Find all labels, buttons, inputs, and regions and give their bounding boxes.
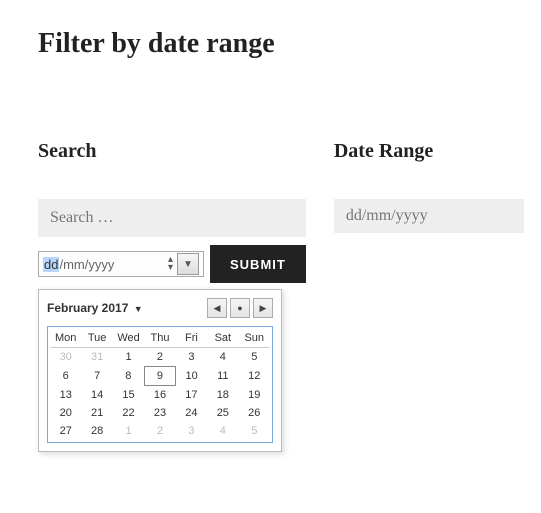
date-input[interactable]: dd/mm/yyyy ▴▾ ▼ (38, 251, 204, 277)
weekday-header: Wed (113, 329, 144, 348)
calendar-day[interactable]: 21 (81, 404, 112, 422)
calendar-day[interactable]: 27 (50, 422, 81, 440)
month-selector[interactable]: February 2017 ▼ (47, 301, 143, 315)
weekday-header: Sun (239, 329, 270, 348)
chevron-down-icon: ▼ (183, 259, 193, 270)
page-title: Filter by date range (38, 28, 503, 60)
calendar-day[interactable]: 3 (176, 348, 207, 367)
next-month-button[interactable]: ▶ (253, 298, 273, 318)
calendar-day[interactable]: 13 (50, 386, 81, 405)
calendar-day[interactable]: 3 (176, 422, 207, 440)
calendar-day[interactable]: 24 (176, 404, 207, 422)
spinner-icon[interactable]: ▴▾ (168, 256, 173, 272)
calendar-day[interactable]: 15 (113, 386, 144, 405)
calendar-day[interactable]: 22 (113, 404, 144, 422)
date-dropdown-button[interactable]: ▼ (177, 253, 199, 275)
prev-month-button[interactable]: ◀ (207, 298, 227, 318)
calendar-grid: MonTueWedThuFriSatSun 303112345678910111… (50, 329, 270, 440)
weekday-header: Sat (207, 329, 238, 348)
calendar-day[interactable]: 2 (144, 348, 175, 367)
calendar-day[interactable]: 8 (113, 367, 144, 386)
calendar-day[interactable]: 30 (50, 348, 81, 367)
calendar-day[interactable]: 2 (144, 422, 175, 440)
weekday-header: Mon (50, 329, 81, 348)
caret-down-icon: ▼ (134, 304, 143, 314)
date-range-input[interactable] (334, 199, 524, 233)
calendar-day[interactable]: 7 (81, 367, 112, 386)
calendar-day[interactable]: 6 (50, 367, 81, 386)
calendar-day[interactable]: 11 (207, 367, 238, 386)
calendar-day[interactable]: 23 (144, 404, 175, 422)
weekday-header: Thu (144, 329, 175, 348)
calendar-day[interactable]: 4 (207, 348, 238, 367)
date-range-heading: Date Range (334, 140, 524, 163)
weekday-header: Fri (176, 329, 207, 348)
weekday-header: Tue (81, 329, 112, 348)
search-input[interactable] (38, 199, 306, 237)
calendar-day[interactable]: 14 (81, 386, 112, 405)
calendar-day[interactable]: 5 (239, 422, 270, 440)
calendar-day[interactable]: 1 (113, 348, 144, 367)
calendar-day[interactable]: 19 (239, 386, 270, 405)
calendar-day[interactable]: 1 (113, 422, 144, 440)
month-label: February 2017 (47, 301, 128, 315)
calendar-day[interactable]: 4 (207, 422, 238, 440)
calendar-day[interactable]: 16 (144, 386, 175, 405)
calendar-day[interactable]: 25 (207, 404, 238, 422)
calendar-day[interactable]: 9 (144, 367, 175, 386)
calendar-day[interactable]: 10 (176, 367, 207, 386)
date-segment-dd: dd (43, 257, 59, 272)
calendar-day[interactable]: 28 (81, 422, 112, 440)
search-heading: Search (38, 140, 306, 163)
calendar-day[interactable]: 20 (50, 404, 81, 422)
calendar-day[interactable]: 31 (81, 348, 112, 367)
date-segment-rest: /mm/yyyy (59, 257, 114, 272)
calendar-day[interactable]: 5 (239, 348, 270, 367)
calendar-day[interactable]: 18 (207, 386, 238, 405)
date-picker-popup: February 2017 ▼ ◀ ● ▶ MonTueWedThuFriSat… (38, 289, 282, 452)
submit-button[interactable]: SUBMIT (210, 245, 306, 283)
today-button[interactable]: ● (230, 298, 250, 318)
calendar-day[interactable]: 12 (239, 367, 270, 386)
calendar-day[interactable]: 26 (239, 404, 270, 422)
calendar-day[interactable]: 17 (176, 386, 207, 405)
